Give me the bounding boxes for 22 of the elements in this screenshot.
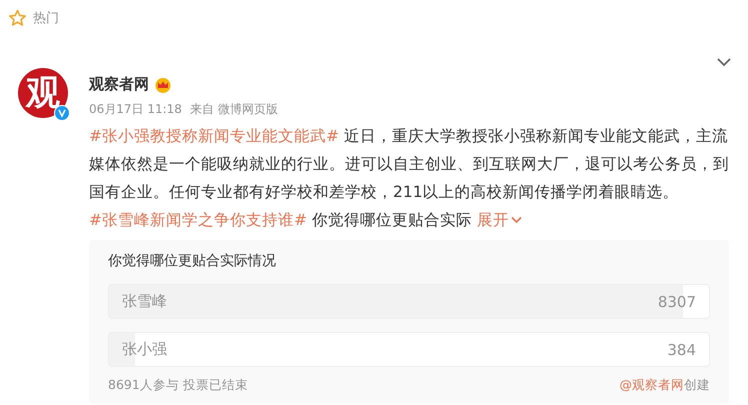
author-name[interactable]: 观察者网 [89,75,149,94]
post-source: 来自 微博网页版 [190,101,278,118]
poll-creator: @观察者网创建 [620,377,710,394]
star-icon [8,9,27,27]
avatar[interactable]: 观 [18,68,68,118]
expand-link[interactable]: 展开 [476,206,522,234]
post-text: #张小强教授称新闻专业能文能武# 近日，重庆大学教授张小强称新闻专业能文能武，主流媒体依然是一个能吸纳就业的行业。进可以自主创业、到互联网大厂，退可以考公务员，到国有企业。任何专业都有好学校和差学校，211以上的高校新闻传播学闭着眼睛选。 #张雪峰新闻学之争你支持谁# 你觉得哪位更贴合实际 展开 [89,122,739,234]
poll-title: 你觉得哪位更贴合实际情况 [108,252,277,271]
poll-option[interactable]: 张小强 384 [108,332,710,367]
poll-option[interactable]: 张雪峰 8307 [108,284,710,319]
option-label: 张小强 [122,340,167,359]
creator-link[interactable]: @观察者网 [620,377,684,392]
post-time[interactable]: 06月17日 11:18 [89,101,182,118]
vote-count: 384 [667,340,696,358]
poll-status: 8691人参与 投票已结束 [108,377,248,394]
caret-icon [510,216,522,224]
hashtag-link[interactable]: #张小强教授称新闻专业能文能武# [89,127,339,145]
chevron-down-icon[interactable] [716,56,732,68]
hashtag-link[interactable]: #张雪峰新闻学之争你支持谁# [89,211,307,229]
option-label: 张雪峰 [122,292,167,311]
vote-count: 8307 [658,292,696,310]
section-label: 热门 [33,10,59,27]
